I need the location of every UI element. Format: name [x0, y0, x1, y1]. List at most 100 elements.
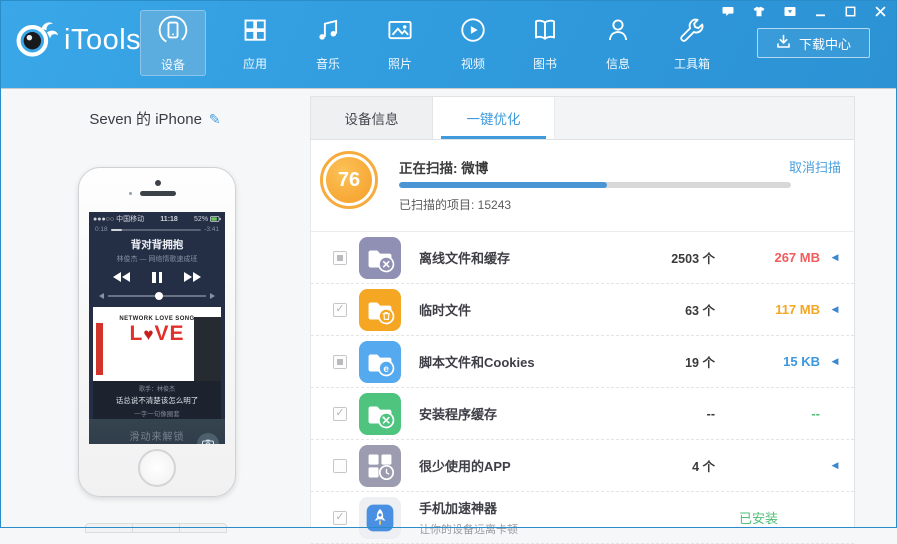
cleanup-row-1[interactable]: 临时文件 63 个 117 MB ◀ [311, 284, 854, 336]
nav-label: 设备 [160, 57, 185, 72]
row-checkbox[interactable] [333, 250, 347, 265]
nav-item-5[interactable]: 图书 [512, 10, 578, 76]
scan-progress-fill [399, 182, 607, 188]
row-text: 脚本文件和Cookies [419, 352, 615, 371]
pause-icon [152, 271, 162, 283]
row-checkbox[interactable] [333, 406, 347, 421]
nav-item-4[interactable]: 视频 [440, 10, 506, 76]
folder-x-icon [359, 236, 401, 279]
edit-device-name-icon[interactable]: ✎ [209, 111, 221, 128]
row-size: 15 KB [783, 354, 820, 369]
cleanup-row-5[interactable]: 手机加速神器让你的设备远离卡顿 已安装 [311, 492, 854, 544]
video-icon [458, 15, 488, 50]
nav-item-0[interactable]: 设备 [140, 10, 206, 76]
phone-screen: ●●●○○ 中国移动 11:18 52% 0:18 -3:41 背对背拥抱 林俊… [89, 212, 225, 444]
app-header: iTools 设备 应用 音乐 照片 视频 图书 信息 工具箱 下载中心 [0, 0, 897, 88]
nav-label: 音乐 [315, 56, 340, 71]
row-count: 63 个 [685, 304, 715, 318]
svg-text:e: e [383, 363, 389, 374]
phone-sensor-dot [129, 192, 132, 195]
contact-icon [603, 15, 633, 50]
row-count: 2503 个 [671, 252, 715, 266]
app-logo: iTools [14, 16, 141, 65]
tab-strip: 设备信息 一键优化 [310, 96, 855, 140]
minimize-icon [814, 5, 827, 18]
scan-status-text: 正在扫描: 微博 [399, 161, 489, 176]
row-subtitle: 让你的设备远离卡顿 [419, 524, 518, 536]
photo-icon [385, 15, 415, 50]
menu-button[interactable] [783, 5, 797, 18]
cancel-scan-link[interactable]: 取消扫描 [789, 157, 841, 176]
nav-label: 图书 [532, 56, 557, 71]
nav-item-7[interactable]: 工具箱 [659, 10, 725, 76]
row-count: -- [706, 406, 715, 421]
cleanup-list: 离线文件和缓存 2503 个 267 MB ◀ 临时文件 63 个 117 MB ◀ e 脚本文件… [311, 232, 854, 544]
fast-forward-icon [184, 272, 201, 282]
row-size: 267 MB [774, 250, 820, 265]
apps-icon [240, 15, 270, 50]
itools-eye-logo-icon [14, 16, 58, 65]
device-name-row: Seven 的 iPhone ✎ [0, 108, 310, 129]
main-nav: 设备 应用 音乐 照片 视频 图书 信息 工具箱 [140, 10, 725, 76]
folder-e-icon: e [359, 340, 401, 383]
nav-label: 工具箱 [673, 56, 710, 71]
song-artist: 林俊杰 — 网络情歌速成班 [116, 256, 198, 263]
nav-item-1[interactable]: 应用 [222, 10, 288, 76]
row-title: 手机加速神器 [419, 501, 498, 516]
download-center-button[interactable]: 下载中心 [757, 28, 870, 58]
row-checkbox[interactable] [333, 354, 347, 369]
expand-triangle-icon[interactable]: ◀ [828, 252, 842, 263]
phone-status-bar: ●●●○○ 中国移动 11:18 52% [89, 212, 225, 225]
lock-screen-footer: 滑动来解锁 [89, 419, 225, 444]
row-checkbox[interactable] [333, 302, 347, 317]
playback-progress: 0:18 -3:41 [95, 226, 219, 233]
feedback-button[interactable] [721, 5, 735, 18]
scan-score-circle: 76 [320, 151, 378, 209]
player-controls [89, 270, 225, 284]
row-title: 脚本文件和Cookies [419, 355, 535, 370]
toolbox-icon [677, 15, 707, 50]
minimize-button[interactable] [814, 5, 827, 18]
bottom-segmented-control[interactable] [85, 523, 227, 533]
cleanup-row-0[interactable]: 离线文件和缓存 2503 个 267 MB ◀ [311, 232, 854, 284]
download-icon [776, 34, 791, 52]
row-checkbox[interactable] [333, 458, 347, 473]
close-icon [874, 5, 887, 18]
nav-item-3[interactable]: 照片 [367, 10, 433, 76]
tab-one-key-optimize[interactable]: 一键优化 [433, 97, 555, 139]
song-title: 背对背拥抱 [130, 239, 184, 251]
expand-triangle-icon[interactable]: ◀ [828, 304, 842, 315]
expand-triangle-icon[interactable]: ◀ [828, 356, 842, 367]
volume-slider [89, 291, 225, 301]
row-count: 19 个 [685, 356, 715, 370]
row-size: 117 MB [775, 302, 820, 317]
maximize-button[interactable] [844, 5, 857, 18]
expand-triangle-icon[interactable]: ◀ [828, 460, 842, 471]
app-title: iTools [64, 24, 142, 56]
scan-status-section: 76 正在扫描: 微博 取消扫描 已扫描的项目: 15243 [311, 140, 854, 232]
menu-box-icon [783, 5, 797, 18]
row-checkbox[interactable] [333, 510, 347, 525]
cleanup-row-3[interactable]: 安装程序缓存 -- -- [311, 388, 854, 440]
nav-label: 信息 [605, 56, 630, 71]
row-title: 很少使用的APP [419, 459, 511, 474]
row-count: 4 个 [692, 460, 715, 474]
cleanup-row-4[interactable]: 很少使用的APP 4 个 ◀ [311, 440, 854, 492]
tab-device-info[interactable]: 设备信息 [311, 97, 433, 139]
cleanup-row-2[interactable]: e 脚本文件和Cookies 19 个 15 KB ◀ [311, 336, 854, 388]
volume-max-icon [210, 293, 215, 299]
apps-clock-icon [359, 444, 401, 487]
device-icon [157, 14, 189, 51]
row-text: 很少使用的APP [419, 456, 615, 475]
nav-label: 视频 [460, 56, 485, 71]
scan-progress-bar [399, 182, 791, 188]
skin-button[interactable] [752, 5, 766, 18]
album-art: NETWORK LOVE SONG L♥VE 歌手：林俊杰 话总说不清楚该怎么明… [93, 307, 221, 419]
close-button[interactable] [874, 5, 887, 18]
optimize-panel: 76 正在扫描: 微博 取消扫描 已扫描的项目: 15243 离线文件和缓存 25… [310, 140, 855, 544]
nav-item-2[interactable]: 音乐 [295, 10, 361, 76]
window-controls [721, 5, 891, 18]
row-text: 离线文件和缓存 [419, 248, 615, 267]
folder-tools-icon [359, 392, 401, 435]
nav-item-6[interactable]: 信息 [585, 10, 651, 76]
